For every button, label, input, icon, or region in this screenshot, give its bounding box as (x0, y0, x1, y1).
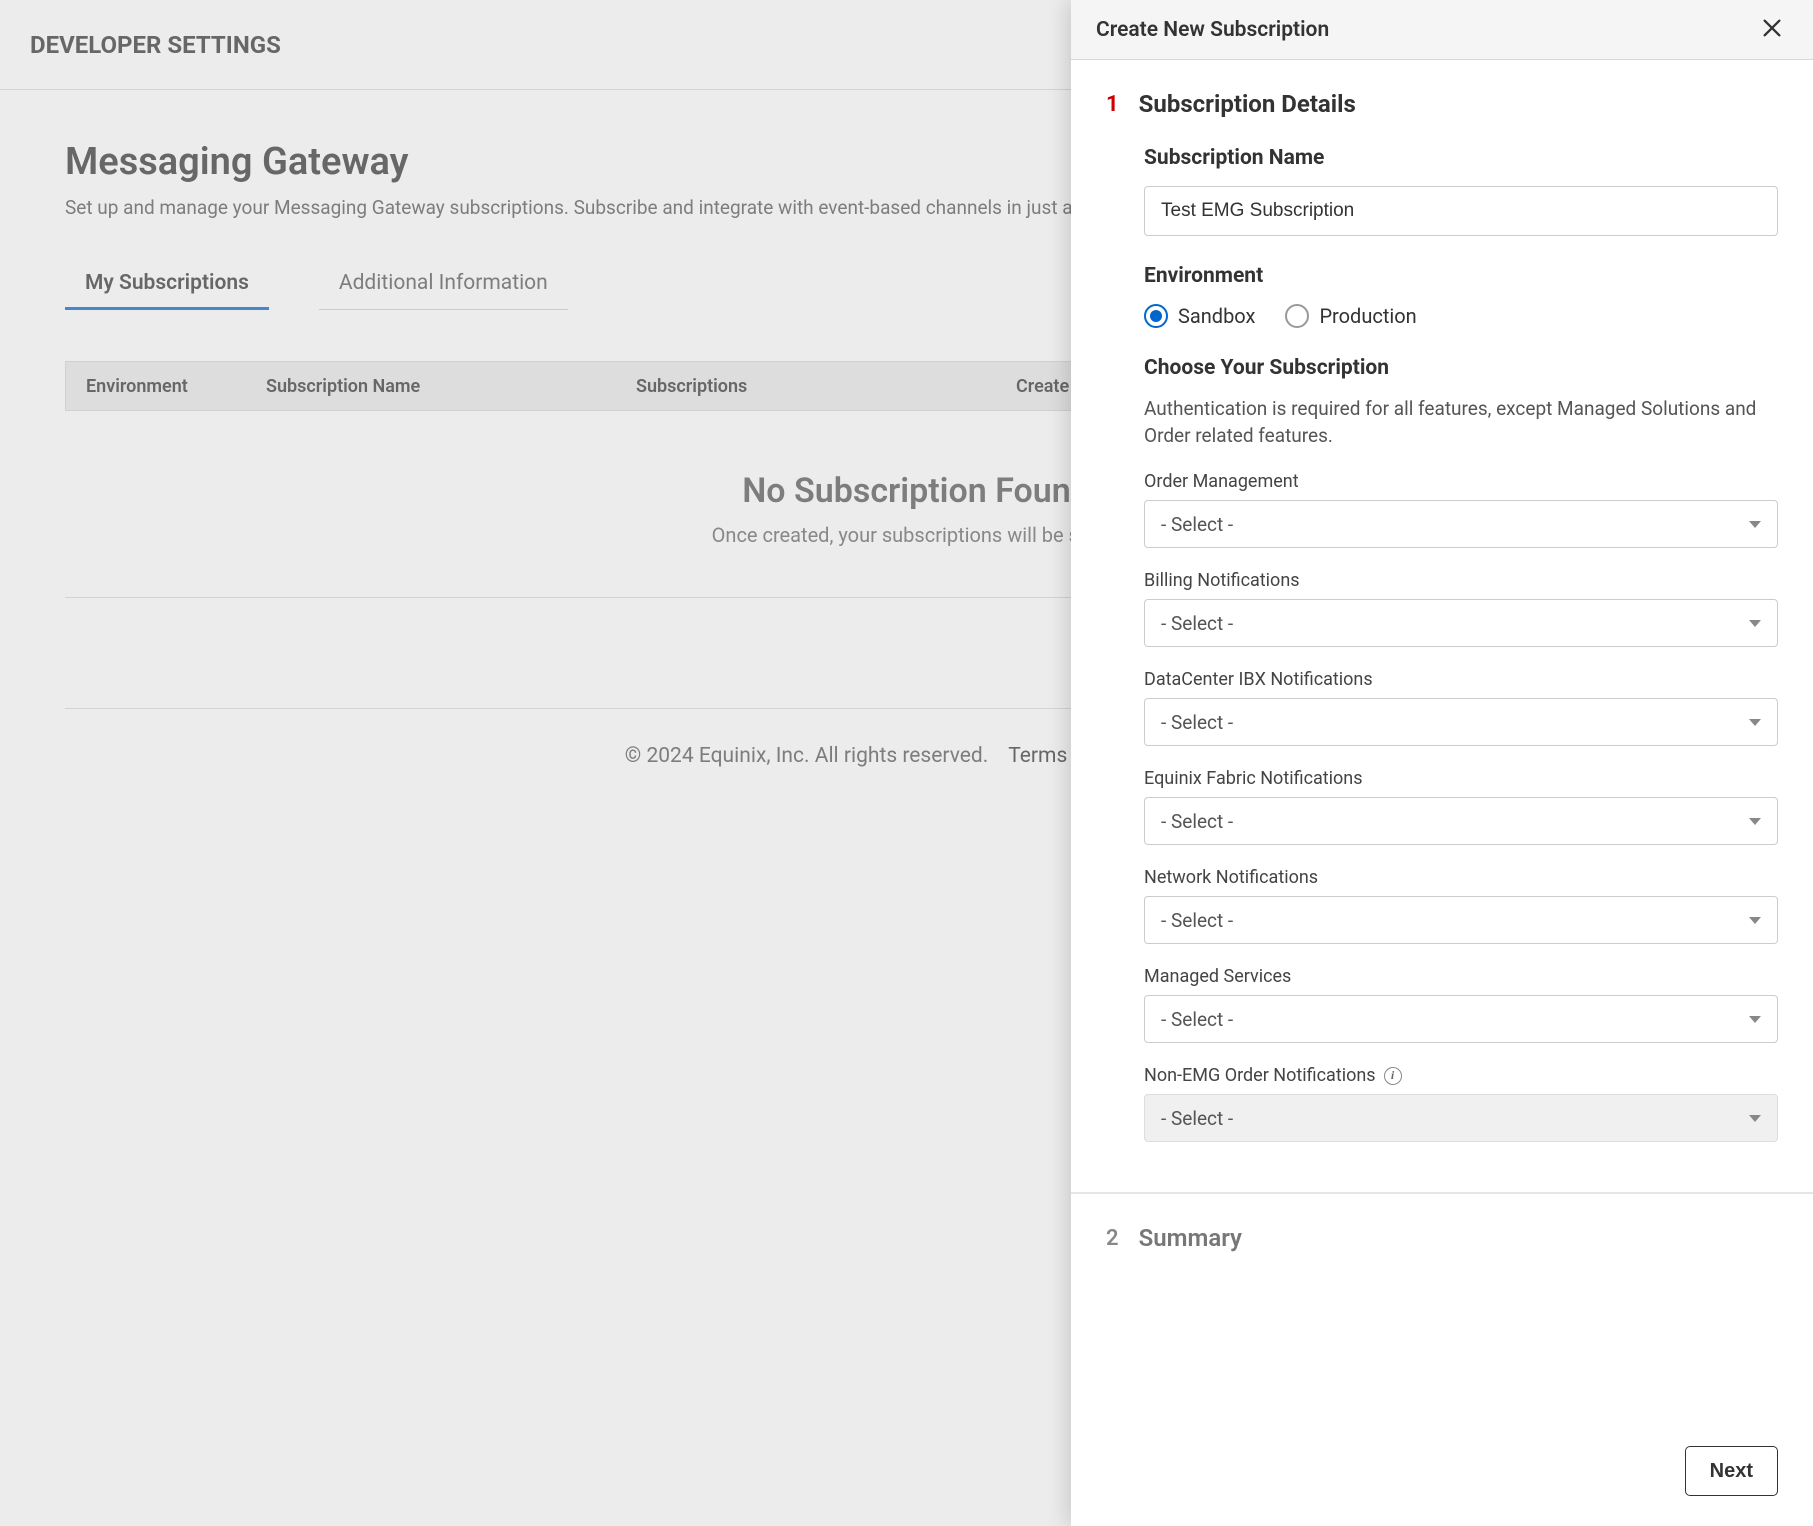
select-value: - Select - (1161, 810, 1233, 833)
fabric-group: Equinix Fabric Notifications - Select - (1144, 768, 1778, 845)
radio-production-label: Production (1319, 304, 1416, 328)
next-button[interactable]: Next (1685, 1446, 1778, 1496)
billing-label: Billing Notifications (1144, 570, 1778, 591)
managed-group: Managed Services - Select - (1144, 966, 1778, 1043)
caret-down-icon (1749, 620, 1761, 627)
step-1-header: 1 Subscription Details (1106, 90, 1778, 118)
radio-production-circle (1285, 304, 1309, 328)
drawer-body: 1 Subscription Details Subscription Name… (1071, 60, 1813, 1428)
network-label: Network Notifications (1144, 867, 1778, 888)
choose-subscription-helper: Authentication is required for all featu… (1144, 396, 1778, 449)
radio-sandbox[interactable]: Sandbox (1144, 304, 1255, 328)
select-value: - Select - (1161, 612, 1233, 635)
fabric-label: Equinix Fabric Notifications (1144, 768, 1778, 789)
col-subscriptions: Subscriptions (636, 376, 1016, 397)
radio-production[interactable]: Production (1285, 304, 1416, 328)
caret-down-icon (1749, 719, 1761, 726)
select-value: - Select - (1161, 1107, 1233, 1130)
step-2-title: Summary (1139, 1224, 1242, 1252)
billing-select[interactable]: - Select - (1144, 599, 1778, 647)
select-value: - Select - (1161, 711, 1233, 734)
select-value: - Select - (1161, 909, 1233, 932)
col-subscription-name: Subscription Name (266, 376, 636, 397)
select-value: - Select - (1161, 513, 1233, 536)
environment-label: Environment (1144, 264, 1778, 288)
tab-additional-info[interactable]: Additional Information (319, 259, 568, 310)
non-emg-label: Non-EMG Order Notifications i (1144, 1065, 1778, 1086)
network-group: Network Notifications - Select - (1144, 867, 1778, 944)
form-section: Subscription Name Environment Sandbox Pr… (1106, 146, 1778, 1142)
radio-sandbox-circle (1144, 304, 1168, 328)
order-management-group: Order Management - Select - (1144, 471, 1778, 548)
subscription-name-label: Subscription Name (1144, 146, 1778, 170)
radio-sandbox-label: Sandbox (1178, 304, 1255, 328)
step-2-number: 2 (1106, 1226, 1119, 1251)
subscription-name-input[interactable] (1144, 186, 1778, 236)
close-button[interactable] (1756, 12, 1788, 47)
tab-my-subscriptions[interactable]: My Subscriptions (65, 259, 269, 310)
caret-down-icon (1749, 521, 1761, 528)
select-value: - Select - (1161, 1008, 1233, 1031)
caret-down-icon (1749, 1016, 1761, 1023)
close-icon (1761, 17, 1783, 39)
page-header-title: DEVELOPER SETTINGS (30, 31, 281, 59)
datacenter-select[interactable]: - Select - (1144, 698, 1778, 746)
drawer-footer: Next (1071, 1428, 1813, 1526)
choose-subscription-label: Choose Your Subscription (1144, 356, 1778, 380)
caret-down-icon (1749, 1115, 1761, 1122)
drawer-header: Create New Subscription (1071, 0, 1813, 60)
non-emg-label-text: Non-EMG Order Notifications (1144, 1065, 1376, 1086)
step-2-header: 2 Summary (1106, 1224, 1778, 1252)
create-subscription-drawer: Create New Subscription 1 Subscription D… (1071, 0, 1813, 1526)
step-2-section: 2 Summary (1071, 1192, 1813, 1252)
caret-down-icon (1749, 917, 1761, 924)
step-1-title: Subscription Details (1139, 90, 1356, 118)
order-management-label: Order Management (1144, 471, 1778, 492)
step-1-number: 1 (1106, 92, 1119, 117)
caret-down-icon (1749, 818, 1761, 825)
datacenter-label: DataCenter IBX Notifications (1144, 669, 1778, 690)
datacenter-group: DataCenter IBX Notifications - Select - (1144, 669, 1778, 746)
info-icon[interactable]: i (1384, 1067, 1402, 1085)
non-emg-group: Non-EMG Order Notifications i - Select - (1144, 1065, 1778, 1142)
managed-label: Managed Services (1144, 966, 1778, 987)
environment-radio-group: Sandbox Production (1144, 304, 1778, 328)
col-environment: Environment (86, 376, 266, 397)
order-management-select[interactable]: - Select - (1144, 500, 1778, 548)
non-emg-select: - Select - (1144, 1094, 1778, 1142)
drawer-title: Create New Subscription (1096, 18, 1329, 42)
managed-select[interactable]: - Select - (1144, 995, 1778, 1043)
billing-group: Billing Notifications - Select - (1144, 570, 1778, 647)
fabric-select[interactable]: - Select - (1144, 797, 1778, 845)
footer-copyright: © 2024 Equinix, Inc. All rights reserved… (625, 744, 989, 768)
network-select[interactable]: - Select - (1144, 896, 1778, 944)
